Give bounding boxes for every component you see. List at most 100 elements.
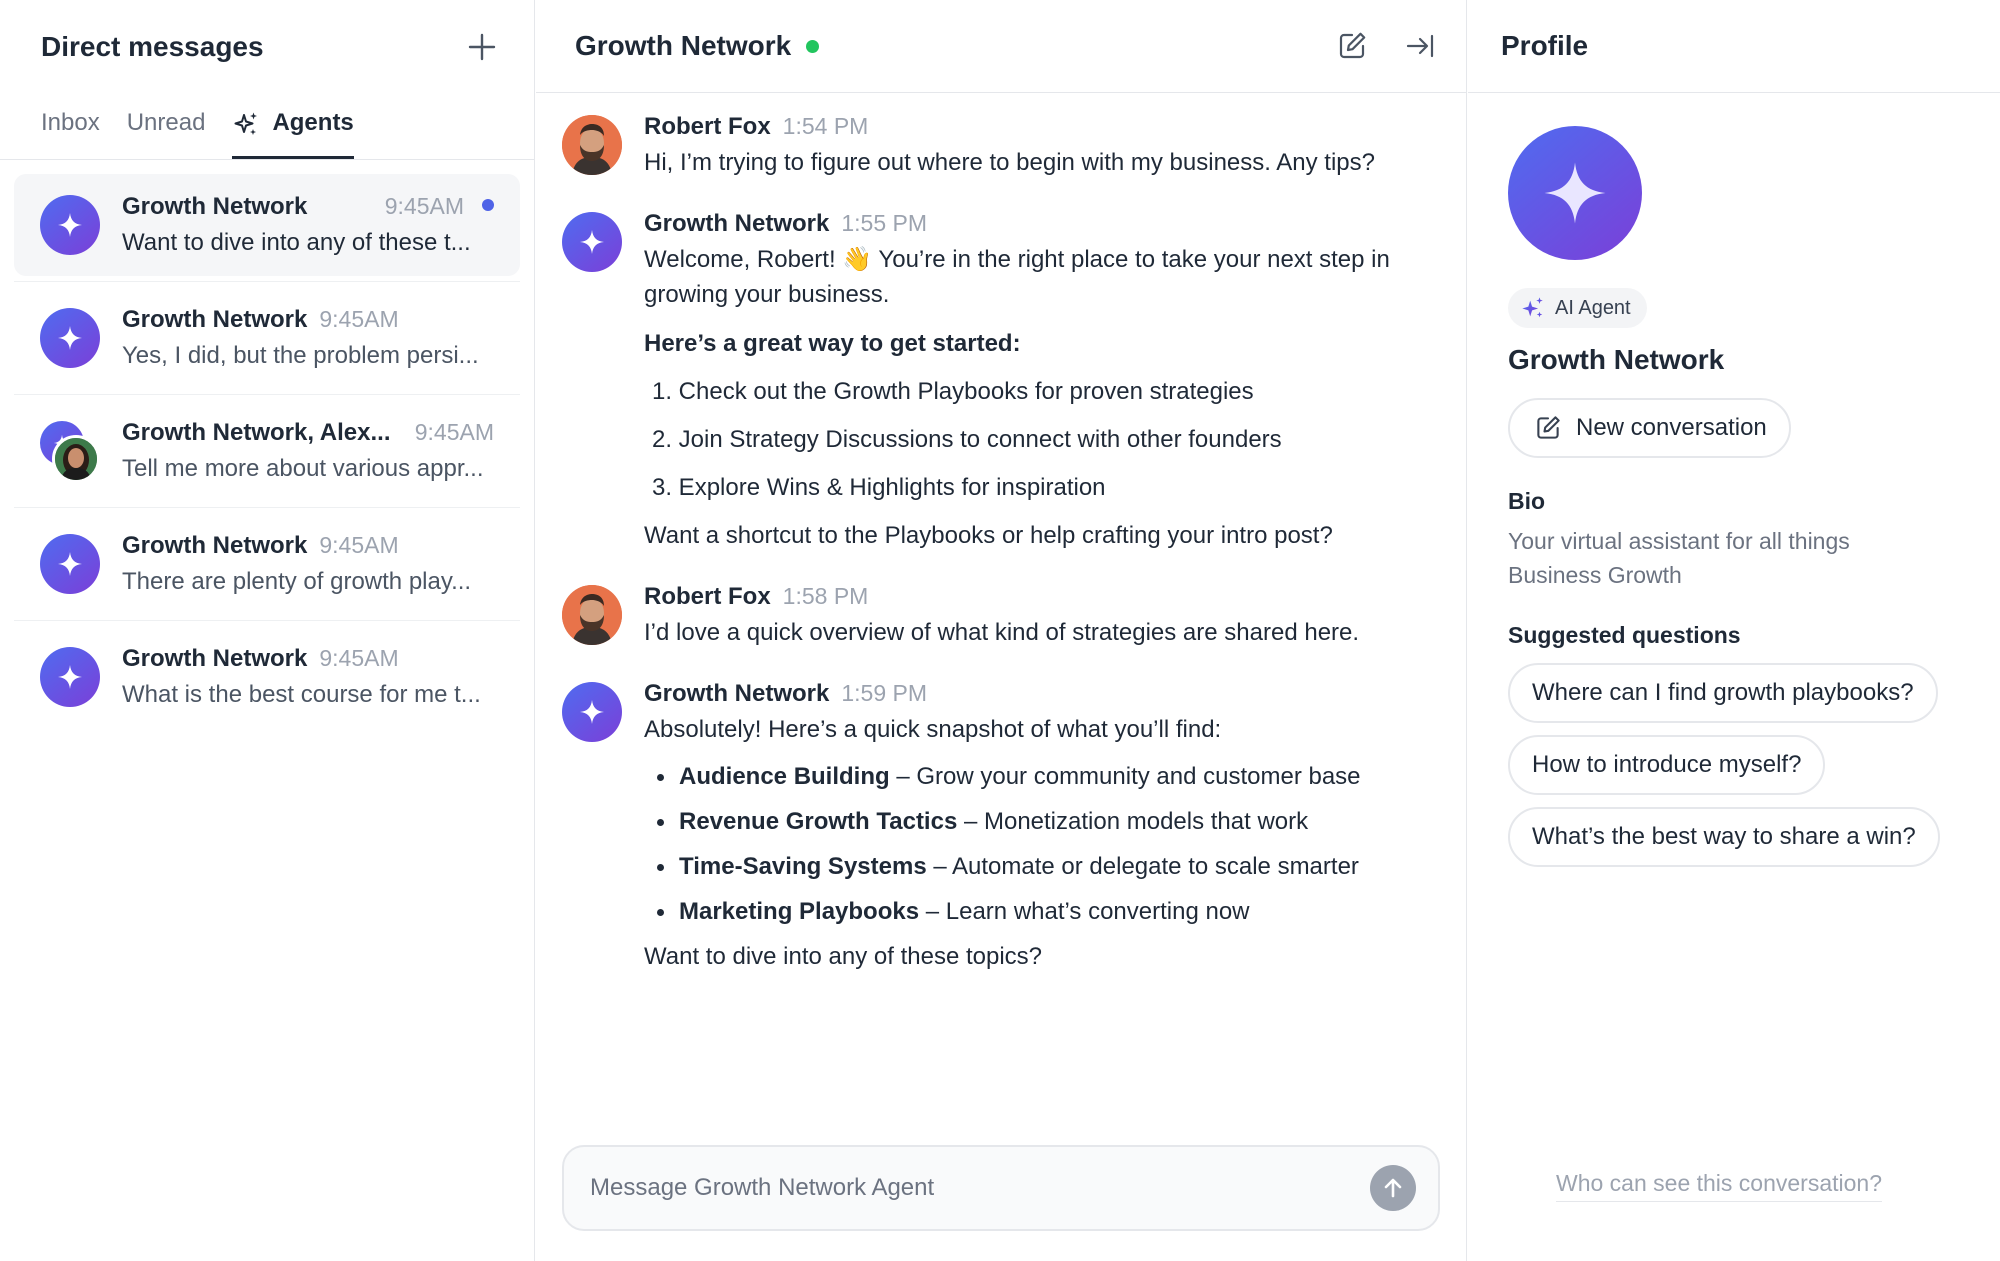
new-message-button[interactable] xyxy=(462,27,502,67)
divider xyxy=(14,281,520,282)
conversation-name: Growth Network, Alex... xyxy=(122,419,391,446)
topic-title: Audience Building xyxy=(679,763,890,790)
conversation-item[interactable]: Growth Network 9:45AM What is the best c… xyxy=(14,626,520,728)
list-item: 1. Check out the Growth Playbooks for pr… xyxy=(652,378,1254,405)
tab-inbox[interactable]: Inbox xyxy=(41,92,100,159)
arrow-right-to-line-icon xyxy=(1406,34,1434,58)
collapse-panel-button[interactable] xyxy=(1400,26,1440,66)
new-conversation-label: New conversation xyxy=(1576,414,1767,441)
tab-unread-label: Unread xyxy=(126,109,206,136)
message-text: Want a shortcut to the Playbooks or help… xyxy=(644,522,1333,549)
chat-title: Growth Network xyxy=(575,30,792,61)
conversation-time: 9:45AM xyxy=(319,645,399,671)
sparkle-icon xyxy=(58,326,82,350)
suggested-question-chip[interactable]: What’s the best way to share a win? xyxy=(1508,807,1940,867)
edit-icon xyxy=(1339,32,1366,59)
message-author: Growth Network xyxy=(644,210,830,237)
message: Robert Fox 1:54 PM Hi, I’m trying to fig… xyxy=(562,113,1436,180)
sparkle-icon xyxy=(1544,162,1606,224)
sparkle-icon xyxy=(58,665,82,689)
user-avatar xyxy=(562,585,622,645)
conversation-time: 9:45AM xyxy=(384,193,464,219)
message-time: 1:59 PM xyxy=(841,680,927,706)
unread-dot xyxy=(482,199,494,211)
message-author: Robert Fox xyxy=(644,583,771,610)
ai-agent-label: AI Agent xyxy=(1555,296,1631,319)
agent-avatar xyxy=(40,647,100,707)
topic-desc: – Monetization models that work xyxy=(957,808,1309,835)
conversation-time: 9:45AM xyxy=(319,532,399,558)
conversation-name: Growth Network xyxy=(122,532,308,559)
send-button[interactable] xyxy=(1370,1165,1416,1211)
list-item: 3. Explore Wins & Highlights for inspira… xyxy=(652,474,1106,501)
conversation-name: Growth Network xyxy=(122,306,308,333)
conversation-item[interactable]: Growth Network 9:45AM Yes, I did, but th… xyxy=(14,287,520,389)
topic-title: Marketing Playbooks xyxy=(679,898,920,925)
topic-title: Revenue Growth Tactics xyxy=(679,808,958,835)
agent-avatar xyxy=(562,682,622,742)
list-item: Revenue Growth Tactics – Monetization mo… xyxy=(644,804,1436,839)
suggested-question-chip[interactable]: Where can I find growth playbooks? xyxy=(1508,663,1938,723)
profile-name: Growth Network xyxy=(1508,344,1725,375)
conversation-snippet: Tell me more about various appr... xyxy=(122,455,484,482)
list-item: 2. Join Strategy Discussions to connect … xyxy=(652,426,1282,453)
compose-button[interactable] xyxy=(1332,26,1372,66)
message-text: Welcome, Robert! 👋 You’re in the right p… xyxy=(644,246,1390,308)
message-time: 1:55 PM xyxy=(841,210,927,236)
conversation-snippet: Want to dive into any of these t... xyxy=(122,229,471,256)
conversation-item[interactable]: Growth Network 9:45AM Want to dive into … xyxy=(14,174,520,276)
message-text: I’d love a quick overview of what kind o… xyxy=(644,619,1360,646)
tab-agents[interactable]: Agents xyxy=(232,92,354,159)
sparkle-icon xyxy=(58,552,82,576)
topic-desc: – Learn what’s converting now xyxy=(919,898,1250,925)
message-list: Robert Fox 1:54 PM Hi, I’m trying to fig… xyxy=(536,93,1466,1004)
topic-desc: – Automate or delegate to scale smarter xyxy=(926,853,1359,880)
list-item: Marketing Playbooks – Learn what’s conve… xyxy=(644,894,1436,929)
message: Growth Network 1:59 PM Absolutely! Here’… xyxy=(562,680,1436,974)
list-item: Time-Saving Systems – Automate or delega… xyxy=(644,849,1436,884)
message-input[interactable] xyxy=(590,1174,1370,1202)
agent-avatar xyxy=(40,195,100,255)
chat-header: Growth Network xyxy=(536,0,1466,93)
suggested-question-chip[interactable]: How to introduce myself? xyxy=(1508,735,1826,795)
sparkles-icon xyxy=(1522,297,1543,318)
chat-panel: Growth Network Robert Fox 1:54 PM Hi, I’… xyxy=(536,0,1467,1261)
agent-avatar xyxy=(562,212,622,272)
tab-unread[interactable]: Unread xyxy=(127,92,206,159)
conversation-item[interactable]: Growth Network, Alex... 9:45AM Tell me m… xyxy=(14,400,520,502)
new-conversation-button[interactable]: New conversation xyxy=(1508,398,1791,458)
sparkle-icon xyxy=(58,213,82,237)
user-avatar xyxy=(562,115,622,175)
suggested-questions-heading: Suggested questions xyxy=(1508,622,1741,648)
arrow-up-icon xyxy=(1384,1178,1402,1198)
agent-avatar xyxy=(40,308,100,368)
dm-header: Direct messages xyxy=(0,0,534,93)
agent-avatar xyxy=(1508,126,1642,260)
conversation-list: Growth Network 9:45AM Want to dive into … xyxy=(14,174,520,728)
divider xyxy=(14,394,520,395)
message-time: 1:54 PM xyxy=(782,113,869,139)
dm-title: Direct messages xyxy=(41,30,264,62)
plus-icon xyxy=(468,33,496,60)
message-author: Robert Fox xyxy=(644,113,771,140)
conversation-time: 9:45AM xyxy=(414,419,494,445)
conversation-item[interactable]: Growth Network 9:45AM There are plenty o… xyxy=(14,513,520,615)
divider xyxy=(14,507,520,508)
message-text: Absolutely! Here’s a quick snapshot of w… xyxy=(644,716,1222,743)
topics-list: Audience Building – Grow your community … xyxy=(644,759,1436,929)
message-text: Hi, I’m trying to figure out where to be… xyxy=(644,149,1376,176)
conversation-visibility-link[interactable]: Who can see this conversation? xyxy=(1556,1170,1883,1202)
user-avatar xyxy=(52,435,100,483)
conversation-name: Growth Network xyxy=(122,645,308,672)
profile-content: AI Agent Growth Network New conversation… xyxy=(1508,126,1970,867)
message-author: Growth Network xyxy=(644,680,830,707)
conversation-time: 9:45AM xyxy=(319,306,399,332)
message: Robert Fox 1:58 PM I’d love a quick over… xyxy=(562,583,1436,650)
message-heading: Here’s a great way to get started: xyxy=(644,330,1021,357)
conversation-snippet: There are plenty of growth play... xyxy=(122,568,472,595)
message-time: 1:58 PM xyxy=(782,583,869,609)
topic-title: Time-Saving Systems xyxy=(679,853,927,880)
edit-icon xyxy=(1537,416,1560,439)
profile-panel: Profile AI Agent Growth Network New conv… xyxy=(1468,0,2000,1261)
sparkle-icon xyxy=(580,230,604,254)
